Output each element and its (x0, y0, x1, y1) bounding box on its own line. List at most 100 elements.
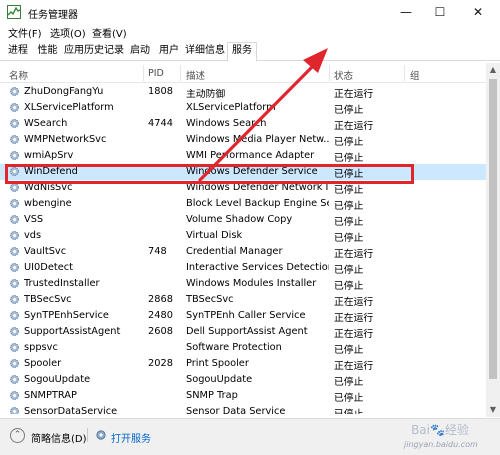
open-services-link[interactable]: 打开服务 (111, 430, 151, 445)
service-description: Credential Manager (186, 246, 283, 257)
service-description: Virtual Disk (186, 230, 243, 241)
column-header: 名称 PID 描述 状态 组 (0, 63, 490, 83)
table-row[interactable]: SogouUpdate SogouUpdate 已停止 (0, 372, 490, 388)
service-description: Software Protection (186, 342, 282, 353)
service-status: 已停止 (334, 185, 364, 196)
tab-startup[interactable]: 启动 (126, 43, 154, 61)
tab-processes[interactable]: 进程 (4, 43, 32, 61)
service-pid: 4744 (148, 118, 173, 129)
table-row[interactable]: wmiApSrv WMI Performance Adapter 已停止 (0, 148, 490, 164)
table-row[interactable]: TBSecSvc 2868 TBSecSvc 正在运行 (0, 292, 490, 308)
service-name: wbengine (24, 198, 72, 209)
table-row[interactable]: ZhuDongFangYu 1808 主动防御 正在运行 (0, 84, 490, 100)
menu-bar: 文件(F) 选项(O) 查看(V) (0, 24, 500, 41)
service-name: SogouUpdate (24, 374, 91, 385)
table-row[interactable]: wbengine Block Level Backup Engine Se... 已… (0, 196, 490, 212)
tab-users[interactable]: 用户 (155, 43, 183, 61)
service-pid: 748 (148, 246, 167, 257)
service-description: SNMP Trap (186, 390, 238, 401)
service-description: Sensor Data Service (186, 406, 286, 414)
tab-bar: 进程 性能 应用历史记录 启动 用户 详细信息 服务 (0, 41, 500, 62)
title-bar: 任务管理器 — ☐ ✕ (0, 0, 500, 24)
column-divider[interactable] (329, 65, 330, 81)
service-name: vds (24, 230, 42, 241)
table-row[interactable]: SensorDataService Sensor Data Service 已停止 (0, 404, 490, 414)
svg-text:Bai🐾经验: Bai🐾经验 (411, 422, 469, 437)
scroll-thumb[interactable] (489, 79, 497, 379)
service-description: Windows Search (186, 118, 267, 129)
tab-details[interactable]: 详细信息 (184, 43, 226, 61)
chevron-up-icon[interactable]: ⌃ (10, 428, 25, 443)
table-row[interactable]: WMPNetworkSvc Windows Media Player Netw..… (0, 132, 490, 148)
service-description: Interactive Services Detection (186, 262, 329, 273)
column-name[interactable]: 名称 (9, 68, 28, 82)
service-gear-icon (10, 87, 19, 96)
service-name: SynTPEnhService (24, 310, 109, 321)
table-row[interactable]: XLServicePlatform XLServicePlatform 已停止 (0, 100, 490, 116)
service-description: XLServicePlatform (186, 102, 276, 113)
column-divider[interactable] (143, 65, 144, 81)
table-row[interactable]: SNMPTRAP SNMP Trap 已停止 (0, 388, 490, 404)
column-status[interactable]: 状态 (334, 68, 353, 82)
table-row[interactable]: UI0Detect Interactive Services Detection 已… (0, 260, 490, 276)
table-row[interactable]: vds Virtual Disk 已停止 (0, 228, 490, 244)
service-description: SynTPEnh Caller Service (186, 310, 306, 321)
service-gear-icon (10, 375, 19, 384)
service-name: SensorDataService (24, 406, 118, 414)
service-description: TBSecSvc (186, 294, 234, 305)
service-gear-icon (10, 359, 19, 368)
service-status: 已停止 (334, 217, 364, 228)
table-row[interactable]: SynTPEnhService 2480 SynTPEnh Caller Servi… (0, 308, 490, 324)
column-divider[interactable] (180, 65, 181, 81)
window-title: 任务管理器 (28, 10, 78, 21)
less-details-link[interactable]: 简略信息(D) (31, 430, 87, 445)
close-button[interactable]: ✕ (458, 0, 498, 24)
service-description: WMI Performance Adapter (186, 150, 315, 161)
service-status: 正在运行 (334, 89, 374, 100)
table-row[interactable]: Spooler 2028 Print Spooler 正在运行 (0, 356, 490, 372)
table-row[interactable]: TrustedInstaller Windows Modules Installe… (0, 276, 490, 292)
scroll-down-icon[interactable]: ▼ (486, 403, 500, 417)
menu-options[interactable]: 选项(O) (50, 25, 86, 40)
service-gear-icon (10, 215, 19, 224)
table-row[interactable]: sppsvc Software Protection 已停止 (0, 340, 490, 356)
service-status: 正在运行 (334, 361, 374, 372)
service-status: 正在运行 (334, 329, 374, 340)
column-divider[interactable] (404, 65, 405, 81)
service-status: 已停止 (334, 201, 364, 212)
service-status: 已停止 (334, 393, 364, 404)
tab-services[interactable]: 服务 (227, 42, 257, 62)
vertical-scrollbar[interactable]: ▲ ▼ (486, 63, 500, 417)
service-name: XLServicePlatform (24, 102, 114, 113)
column-description[interactable]: 描述 (186, 68, 205, 82)
service-status: 正在运行 (334, 121, 374, 132)
service-description: Windows Media Player Netw... (186, 134, 329, 145)
tab-app-history[interactable]: 应用历史记录 (63, 43, 125, 61)
service-status: 已停止 (334, 281, 364, 292)
table-row[interactable]: VSS Volume Shadow Copy 已停止 (0, 212, 490, 228)
service-status: 已停止 (334, 265, 364, 276)
service-gear-icon (10, 295, 19, 304)
table-row[interactable]: WSearch 4744 Windows Search 正在运行 (0, 116, 490, 132)
service-gear-icon (10, 119, 19, 128)
service-status: 已停止 (334, 105, 364, 116)
service-description: 主动防御 (186, 89, 226, 100)
service-name: VaultSvc (24, 246, 67, 257)
service-pid: 1808 (148, 86, 173, 97)
scroll-up-icon[interactable]: ▲ (486, 63, 500, 77)
tab-performance[interactable]: 性能 (33, 43, 62, 61)
service-gear-icon (10, 343, 19, 352)
service-gear-icon (10, 247, 19, 256)
table-row[interactable]: VaultSvc 748 Credential Manager 正在运行 (0, 244, 490, 260)
menu-view[interactable]: 查看(V) (92, 25, 127, 40)
service-status: 正在运行 (334, 249, 374, 260)
column-group[interactable]: 组 (410, 68, 420, 82)
service-gear-icon (10, 311, 19, 320)
service-status: 已停止 (334, 153, 364, 164)
table-row[interactable]: SupportAssistAgent 2608 Dell SupportAssist… (0, 324, 490, 340)
menu-file[interactable]: 文件(F) (8, 25, 42, 40)
column-pid[interactable]: PID (148, 68, 164, 79)
maximize-button[interactable]: ☐ (420, 0, 460, 24)
service-name: ZhuDongFangYu (24, 86, 104, 97)
service-name: SNMPTRAP (24, 390, 77, 401)
